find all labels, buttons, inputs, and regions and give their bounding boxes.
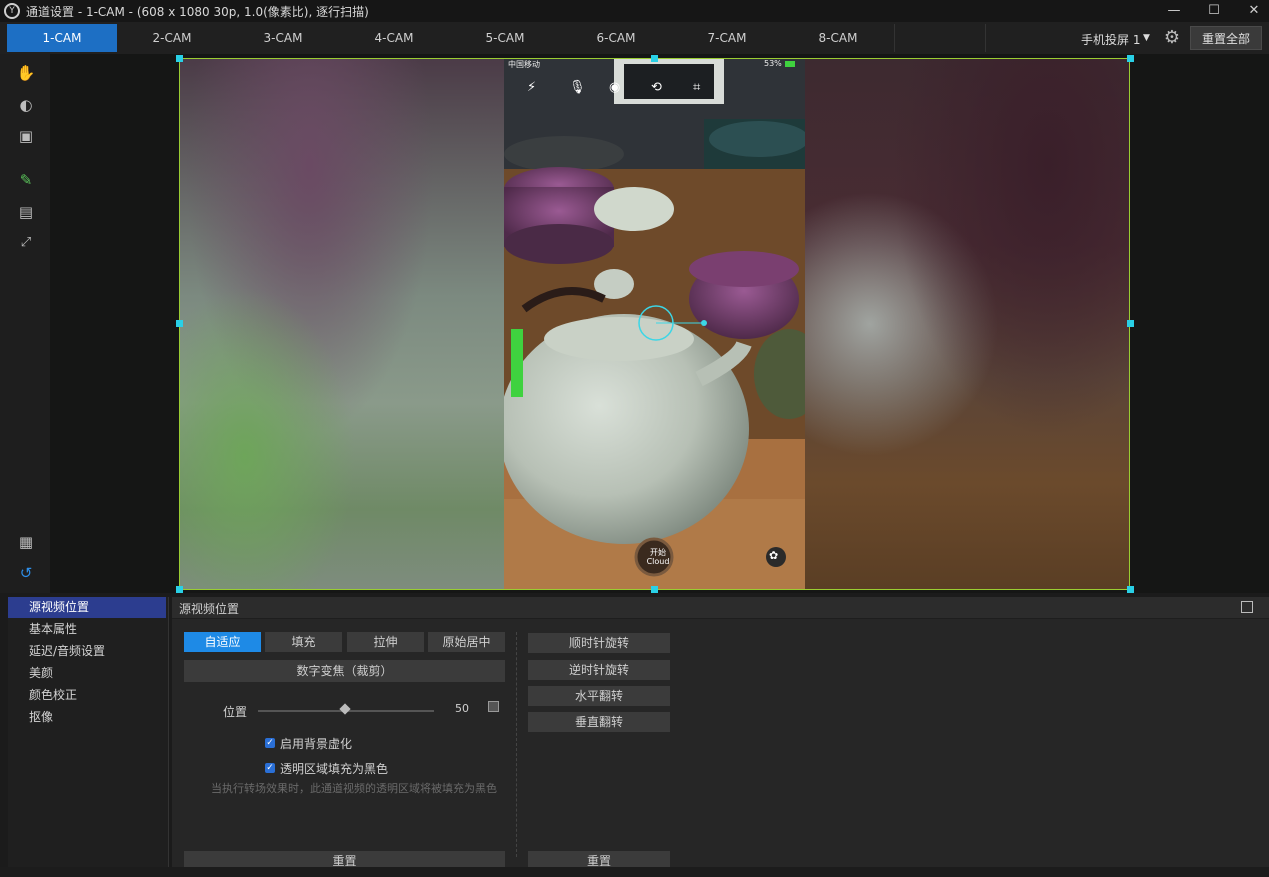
tab-2-cam[interactable]: 2-CAM bbox=[117, 24, 227, 52]
maximize-button[interactable]: ☐ bbox=[1202, 2, 1226, 20]
digital-zoom-button[interactable]: 数字变焦（裁剪） bbox=[184, 660, 505, 682]
panel-divider bbox=[516, 632, 518, 857]
start-button-sublabel[interactable]: Cloud bbox=[641, 557, 675, 566]
transparency-grid-icon[interactable]: ▦ bbox=[15, 531, 37, 553]
tab-8-cam[interactable]: 8-CAM bbox=[783, 24, 893, 52]
tab-4-cam[interactable]: 4-CAM bbox=[339, 24, 449, 52]
minimize-button[interactable]: — bbox=[1162, 2, 1186, 20]
bottom-edge bbox=[0, 867, 1269, 877]
mode-fill-button[interactable]: 填充 bbox=[265, 632, 342, 652]
mirror-source-select[interactable]: 手机投屏 1 bbox=[1081, 31, 1140, 48]
expand-panel-icon[interactable] bbox=[1241, 601, 1253, 613]
panel-title: 源视频位置 bbox=[179, 602, 240, 616]
resize-handle-bottom-right[interactable] bbox=[1127, 586, 1134, 593]
mode-original-center-button[interactable]: 原始居中 bbox=[428, 632, 505, 652]
background-blur-label: 启用背景虚化 bbox=[280, 737, 353, 751]
link-icon[interactable]: ↺ bbox=[15, 562, 37, 584]
phone-carrier-label: 中国移动 bbox=[508, 60, 540, 69]
battery-icon bbox=[785, 61, 795, 67]
hint-text: 当执行转场效果时，此通道视频的透明区域将被填充为黑色 bbox=[211, 782, 497, 795]
portrait-icon[interactable]: ▣ bbox=[15, 125, 37, 147]
sidebar-item-color-correction[interactable]: 颜色校正 bbox=[8, 685, 166, 706]
chevron-down-icon[interactable]: ▼ bbox=[1143, 33, 1150, 43]
tab-3-cam[interactable]: 3-CAM bbox=[228, 24, 338, 52]
camera-icon[interactable]: ◉ bbox=[609, 80, 620, 95]
position-label: 位置 bbox=[223, 705, 248, 719]
resize-handle-bottom[interactable] bbox=[651, 586, 658, 593]
resize-handle-top-left[interactable] bbox=[176, 55, 183, 62]
mode-stretch-button[interactable]: 拉伸 bbox=[347, 632, 424, 652]
resize-handle-top[interactable] bbox=[651, 55, 658, 62]
phone-battery-label: 53% bbox=[764, 59, 782, 68]
resize-handle-top-right[interactable] bbox=[1127, 55, 1134, 62]
rotate-counterclockwise-button[interactable]: 逆时针旋转 bbox=[528, 660, 670, 680]
fill-black-checkbox[interactable]: ✓ bbox=[265, 763, 275, 773]
tab-1-cam[interactable]: 1-CAM bbox=[7, 24, 117, 52]
position-reset-icon[interactable] bbox=[488, 701, 499, 712]
eyedropper-icon[interactable]: ✎ bbox=[15, 169, 37, 191]
sidebar-item-delay-audio[interactable]: 延迟/音频设置 bbox=[8, 641, 166, 662]
resize-handle-right[interactable] bbox=[1127, 320, 1134, 327]
flip-vertical-button[interactable]: 垂直翻转 bbox=[528, 712, 670, 732]
expand-icon[interactable]: ⤢ bbox=[15, 232, 37, 254]
tab-5-cam[interactable]: 5-CAM bbox=[450, 24, 560, 52]
blurred-background-left bbox=[180, 59, 504, 589]
background-blur-checkbox[interactable]: ✓ bbox=[265, 738, 275, 748]
gear-icon[interactable]: ⚙ bbox=[1162, 28, 1182, 48]
contrast-icon[interactable]: ◐ bbox=[15, 94, 37, 116]
sidebar-item-basic-properties[interactable]: 基本属性 bbox=[8, 619, 166, 640]
tab-6-cam[interactable]: 6-CAM bbox=[561, 24, 671, 52]
flash-off-icon[interactable]: ⚡ bbox=[527, 80, 536, 95]
sidebar-item-beauty[interactable]: 美颜 bbox=[8, 663, 166, 684]
window-title: 通道设置 - 1-CAM - (608 x 1080 30p, 1.0(像素比)… bbox=[26, 5, 369, 19]
rotate-clockwise-button[interactable]: 顺时针旋转 bbox=[528, 633, 670, 653]
teapot-scene-image bbox=[504, 59, 805, 589]
microphone-icon[interactable]: 🎙 bbox=[569, 80, 586, 95]
app-logo-icon: Y bbox=[4, 3, 20, 19]
rotate-camera-icon[interactable]: ⟲ bbox=[651, 80, 662, 95]
resize-handle-bottom-left[interactable] bbox=[176, 586, 183, 593]
focus-icon[interactable]: ⌗ bbox=[693, 80, 700, 95]
settings-icon[interactable]: ✿ bbox=[769, 549, 778, 562]
tab-7-cam[interactable]: 7-CAM bbox=[672, 24, 782, 52]
sidebar-item-keying[interactable]: 抠像 bbox=[8, 707, 166, 728]
blurred-background-right bbox=[805, 59, 1129, 589]
flip-horizontal-button[interactable]: 水平翻转 bbox=[528, 686, 670, 706]
close-button[interactable]: ✕ bbox=[1242, 2, 1266, 20]
hand-pan-icon[interactable]: ✋ bbox=[15, 62, 37, 84]
horizon-icon[interactable]: ▤ bbox=[15, 201, 37, 223]
resize-handle-left[interactable] bbox=[176, 320, 183, 327]
tab-separator bbox=[894, 24, 895, 52]
panel-header bbox=[172, 597, 1269, 619]
sidebar-item-source-position[interactable]: 源视频位置 bbox=[8, 597, 166, 618]
reset-all-button[interactable]: 重置全部 bbox=[1190, 26, 1262, 50]
mode-fit-button[interactable]: 自适应 bbox=[184, 632, 261, 652]
fill-black-label: 透明区域填充为黑色 bbox=[280, 762, 389, 776]
position-value: 50 bbox=[455, 702, 469, 715]
tab-separator bbox=[985, 24, 986, 52]
phone-camera-feed bbox=[504, 59, 805, 589]
